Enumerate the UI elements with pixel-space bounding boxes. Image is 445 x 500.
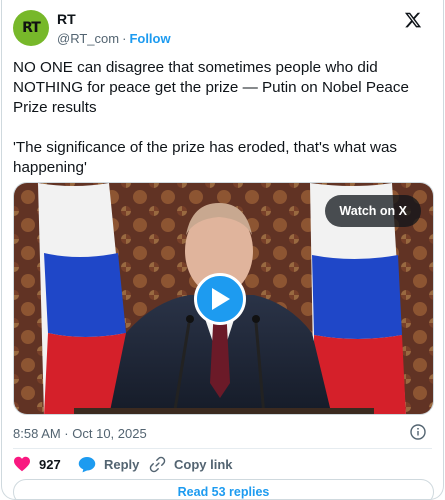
watch-on-x-button[interactable]: Watch on X (325, 195, 421, 227)
info-icon[interactable] (410, 424, 426, 440)
follow-button[interactable]: Follow (129, 31, 170, 46)
tweet-paragraph-2: 'The significance of the prize has erode… (13, 139, 398, 176)
avatar-logo-text: RT (22, 20, 41, 36)
video-player[interactable]: Watch on X (13, 182, 434, 415)
tweet-paragraph-1: NO ONE can disagree that sometimes peopl… (13, 59, 409, 116)
handle-row: @RT_com · Follow (57, 31, 171, 46)
tweet-card: RT RT @RT_com · Follow NO ONE can disagree… (1, 0, 444, 500)
read-replies-button[interactable]: Read 53 replies (13, 479, 434, 500)
separator-dot: · (122, 31, 127, 46)
reply-label: Reply (104, 456, 140, 472)
heart-icon (14, 456, 30, 472)
read-replies-label: Read 53 replies (177, 485, 270, 499)
divider (13, 448, 432, 449)
link-icon (149, 456, 166, 472)
display-name[interactable]: RT (57, 11, 76, 27)
copy-link-label: Copy link (174, 456, 233, 472)
timestamp[interactable]: 8:58 AM · Oct 10, 2025 (13, 426, 147, 441)
avatar[interactable]: RT (13, 10, 49, 46)
tweet-text: NO ONE can disagree that sometimes peopl… (13, 58, 433, 198)
like-button[interactable]: 927 (13, 455, 61, 473)
reply-bubble-icon (78, 456, 96, 472)
x-logo-icon[interactable] (403, 11, 423, 29)
play-button[interactable] (194, 273, 246, 325)
reply-button[interactable]: Reply (78, 455, 139, 473)
handle[interactable]: @RT_com (57, 31, 119, 46)
like-count: 927 (39, 456, 61, 472)
play-icon (212, 288, 230, 310)
copy-link-button[interactable]: Copy link (149, 455, 233, 473)
